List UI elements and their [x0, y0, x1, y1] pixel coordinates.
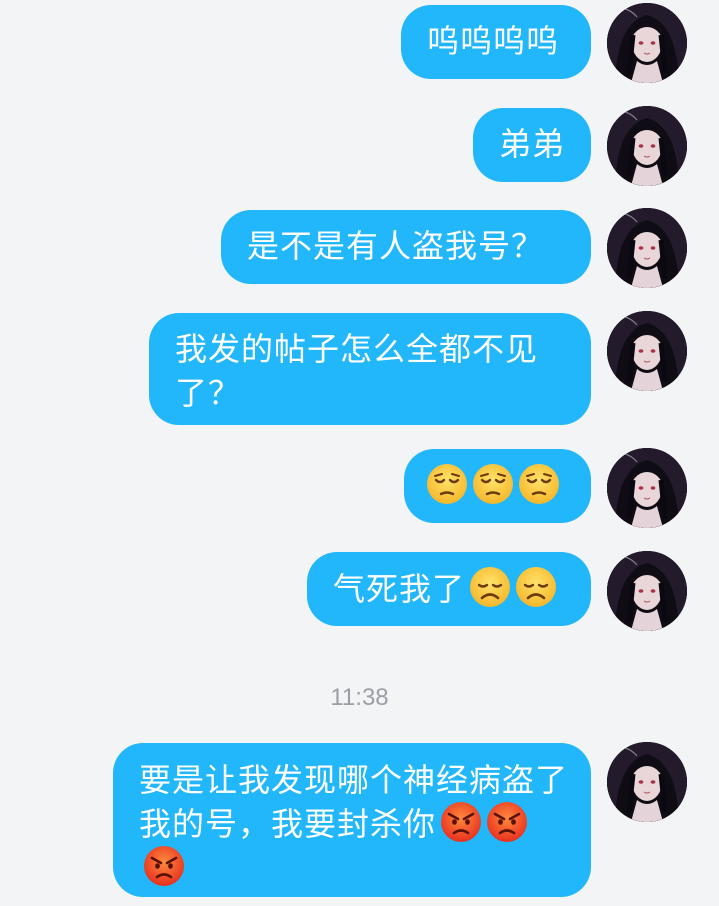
- avatar[interactable]: [607, 3, 687, 83]
- avatar[interactable]: [607, 208, 687, 288]
- message-bubble[interactable]: 是不是有人盗我号？: [221, 210, 591, 284]
- message-bubble[interactable]: 弟弟: [473, 108, 591, 182]
- message-text: 弟弟: [499, 125, 566, 163]
- pensive-face-icon: [518, 463, 560, 505]
- avatar[interactable]: [607, 448, 687, 528]
- pensive-face-icon: [472, 463, 514, 505]
- message-bubble[interactable]: 要是让我发现哪个神经病盗了我的号，我要封杀你: [113, 743, 591, 897]
- message-bubble[interactable]: 我发的帖子怎么全都不见了？: [149, 313, 591, 425]
- message-bubble[interactable]: 呜呜呜呜: [401, 5, 591, 79]
- message-text: 气死我了: [333, 570, 466, 608]
- disappointed-face-icon: [515, 566, 557, 608]
- message-text: 是不是有人盗我号？: [247, 227, 545, 265]
- chat-area: 呜呜呜呜 弟弟 是不是有人盗我号？ 我发的帖子怎么全都不见了？ 气死我了 11:…: [0, 0, 719, 906]
- avatar[interactable]: [607, 742, 687, 822]
- pensive-face-icon: [426, 463, 468, 505]
- timestamp: 11:38: [330, 684, 389, 711]
- message-bubble[interactable]: [404, 449, 591, 523]
- avatar[interactable]: [607, 311, 687, 391]
- avatar[interactable]: [607, 106, 687, 186]
- angry-face-icon: [486, 801, 528, 843]
- angry-face-icon: [440, 801, 482, 843]
- message-text: 我发的帖子怎么全都不见了？: [175, 330, 539, 412]
- disappointed-face-icon: [469, 566, 511, 608]
- angry-face-icon: [143, 845, 185, 887]
- message-bubble[interactable]: 气死我了: [307, 552, 591, 626]
- message-text: 呜呜呜呜: [427, 22, 560, 60]
- avatar[interactable]: [607, 551, 687, 631]
